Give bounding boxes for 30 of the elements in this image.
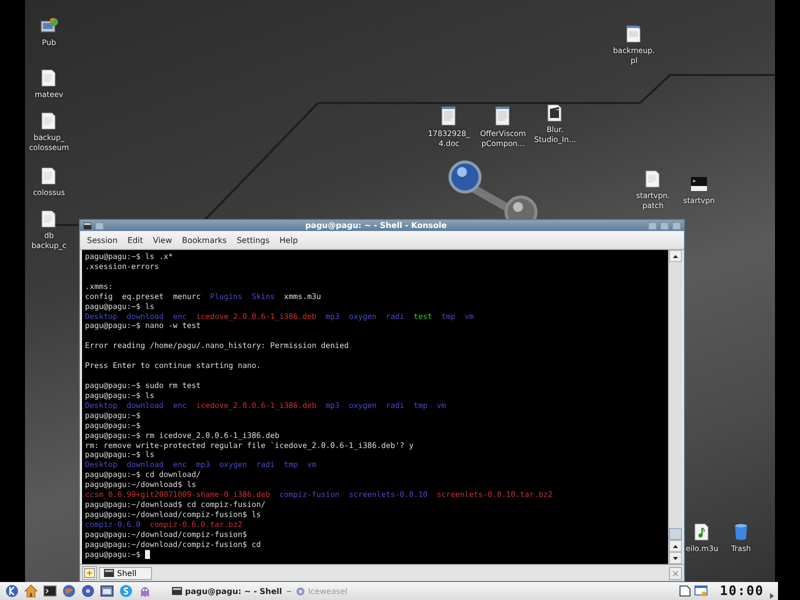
home-icon[interactable] xyxy=(24,584,38,598)
window-icon[interactable] xyxy=(100,584,114,598)
menu-item[interactable]: Bookmarks xyxy=(178,234,231,246)
menu-item[interactable]: Session xyxy=(83,234,122,246)
scroll-thumb[interactable] xyxy=(669,528,682,540)
tab[interactable]: Shell xyxy=(99,566,152,580)
terminal-icon[interactable] xyxy=(42,584,56,598)
menu-item[interactable]: Settings xyxy=(232,234,274,246)
window-menu-icon[interactable] xyxy=(83,222,92,230)
terminal-icon[interactable] xyxy=(172,587,182,595)
chat-icon[interactable] xyxy=(118,584,132,598)
window-title: pagu@pagu: ~ - Shell - Konsole xyxy=(304,221,448,230)
menu-item[interactable]: Edit xyxy=(124,234,148,246)
up-arrow-icon[interactable] xyxy=(673,544,678,548)
terminal-icon[interactable] xyxy=(104,569,114,577)
down-arrow-icon[interactable] xyxy=(673,556,678,560)
monitor-icon[interactable] xyxy=(39,17,59,35)
scrollbar[interactable] xyxy=(668,250,682,564)
menu-item[interactable]: View xyxy=(149,234,176,246)
k-logo-icon[interactable] xyxy=(4,584,18,598)
up-arrow-icon[interactable] xyxy=(673,254,678,258)
menu-item[interactable]: Help xyxy=(276,234,302,246)
network-icon[interactable] xyxy=(694,585,708,597)
expand-arrow-icon[interactable] xyxy=(770,593,774,599)
globe-icon[interactable] xyxy=(62,584,76,598)
clipboard-icon[interactable] xyxy=(678,585,691,597)
disc-icon[interactable] xyxy=(80,584,94,598)
task-button[interactable]: pagu@pagu: ~ - Shell xyxy=(169,586,286,596)
terminal-icon[interactable] xyxy=(689,175,709,193)
clock[interactable]: 10:00 xyxy=(720,584,764,598)
